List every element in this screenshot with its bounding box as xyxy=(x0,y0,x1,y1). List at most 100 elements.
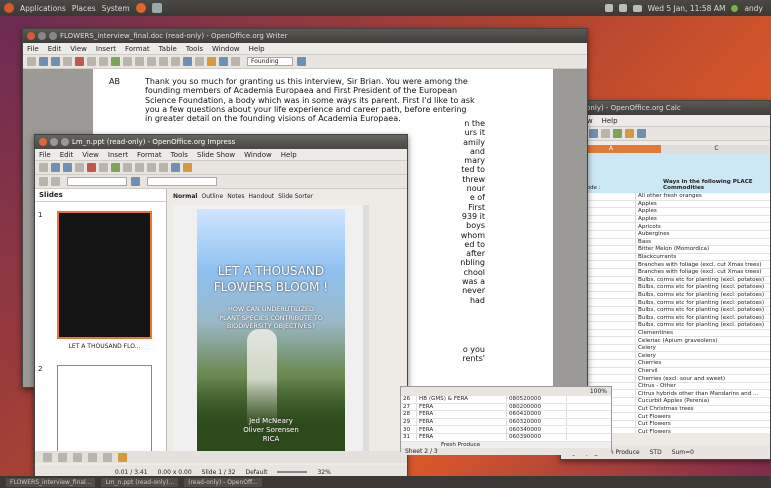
line-style-icon[interactable] xyxy=(39,177,48,186)
paste-icon[interactable] xyxy=(589,129,598,138)
writer-menu-edit[interactable]: Edit xyxy=(48,45,62,53)
table-cell[interactable]: Cut Flowers xyxy=(636,428,671,433)
table-cell[interactable]: Celeriac (Apium graveolens) xyxy=(636,337,717,344)
maximize-icon[interactable] xyxy=(49,32,57,40)
table-row[interactable]: Celery xyxy=(561,352,770,361)
table-cell[interactable]: Bulbs, corms etc for planting (excl. pot… xyxy=(636,315,764,322)
calc-header-right[interactable]: Ways in the following PLACE Commodities xyxy=(661,177,770,193)
table-row[interactable]: Apples xyxy=(561,200,770,209)
table-cell[interactable]: 28 xyxy=(401,411,417,418)
col-c-header[interactable]: C xyxy=(661,145,770,153)
table-cell[interactable]: 060390000 xyxy=(507,434,567,441)
area-color-box[interactable] xyxy=(147,177,217,186)
save-icon[interactable] xyxy=(51,57,60,66)
copy-icon[interactable] xyxy=(135,57,144,66)
table-row[interactable]: Aubergines xyxy=(561,230,770,239)
paste-icon[interactable] xyxy=(147,57,156,66)
table-row[interactable]: Bulbs, corms etc for planting (excl. pot… xyxy=(561,314,770,323)
slide-canvas[interactable]: LET A THOUSAND FLOWERS BLOOM ! HOW CAN U… xyxy=(173,205,369,463)
table-row[interactable]: Apples xyxy=(561,215,770,224)
maximize-icon[interactable] xyxy=(61,138,69,146)
table-cell[interactable]: 060340000 xyxy=(507,426,567,433)
user-status-icon[interactable] xyxy=(731,4,739,12)
status-zoom[interactable]: 32% xyxy=(317,469,330,476)
export-pdf-icon[interactable] xyxy=(87,163,96,172)
copy-icon[interactable] xyxy=(135,163,144,172)
table-row[interactable]: Apricots xyxy=(561,223,770,231)
vertical-scrollbar[interactable] xyxy=(363,205,369,463)
menu-places[interactable]: Places xyxy=(72,4,96,13)
table-cell[interactable]: FERA xyxy=(417,411,507,418)
navigator-icon[interactable] xyxy=(625,129,634,138)
table-cell[interactable]: Bitter Melon (Momordica) xyxy=(636,246,709,253)
table-cell[interactable]: Bulbs, corms etc for planting (excl. pot… xyxy=(636,277,764,284)
table-cell[interactable]: Apples xyxy=(636,208,657,215)
undo-icon[interactable] xyxy=(159,57,168,66)
slide-thumbnail-2[interactable] xyxy=(57,365,152,463)
writer-menu-table[interactable]: Table xyxy=(159,45,177,53)
impress-menu-file[interactable]: File xyxy=(39,151,51,159)
zoom-slider[interactable] xyxy=(277,471,308,473)
undo-icon[interactable] xyxy=(601,129,610,138)
tab-notes[interactable]: Notes xyxy=(227,193,244,203)
select-icon[interactable] xyxy=(43,452,52,462)
table-cell[interactable]: Bulbs, corms etc for planting (excl. pot… xyxy=(636,284,764,291)
slideshow-icon[interactable] xyxy=(183,163,192,172)
table-cell[interactable]: Cherries (excl. sour and sweet) xyxy=(636,375,725,382)
table-cell[interactable]: Bass xyxy=(636,239,651,246)
shapes-icon[interactable] xyxy=(118,452,127,462)
rectangle-icon[interactable] xyxy=(73,452,82,462)
cut-icon[interactable] xyxy=(123,57,132,66)
table-row[interactable]: Branches with foliage (excl. cut Xmas tr… xyxy=(561,268,770,277)
print-icon[interactable] xyxy=(87,57,96,66)
table-cell[interactable]: Apples xyxy=(636,216,657,223)
table-row[interactable]: Apples xyxy=(561,208,770,216)
table-cell[interactable]: Cut Flowers xyxy=(636,421,671,428)
table-icon[interactable] xyxy=(195,57,204,66)
gallery-icon[interactable] xyxy=(219,57,228,66)
line-color-box[interactable] xyxy=(67,177,127,186)
table-cell[interactable]: FERA xyxy=(417,403,507,410)
impress-titlebar[interactable]: Lm_n.ppt (read-only) - OpenOffice.org Im… xyxy=(35,135,407,149)
minimize-icon[interactable] xyxy=(38,32,46,40)
font-color-icon[interactable] xyxy=(297,57,306,66)
table-cell[interactable]: Celery xyxy=(636,352,656,359)
chart-icon[interactable] xyxy=(171,163,180,172)
hyperlink-icon[interactable] xyxy=(183,57,192,66)
table-cell[interactable]: Branches with foliage (excl. cut Xmas tr… xyxy=(636,261,761,268)
table-cell[interactable]: Celery xyxy=(636,345,656,352)
table-cell[interactable]: 080200000 xyxy=(507,403,567,410)
new-document-icon[interactable] xyxy=(27,57,36,66)
table-row[interactable]: Bulbs, corms etc for planting (excl. pot… xyxy=(561,306,770,315)
table-cell[interactable]: Aubergines xyxy=(636,231,670,238)
table-cell[interactable]: Chervil xyxy=(636,368,658,375)
gallery-icon[interactable] xyxy=(637,129,646,138)
calc-zoom[interactable]: 100% xyxy=(590,388,607,395)
table-cell[interactable]: 29 xyxy=(401,419,417,426)
table-cell[interactable]: 060320000 xyxy=(507,419,567,426)
table-cell[interactable]: 31 xyxy=(401,434,417,441)
table-cell[interactable]: FERA xyxy=(417,434,507,441)
table-cell[interactable]: Bulbs, corms etc for planting (excl. pot… xyxy=(636,292,764,299)
navigator-icon[interactable] xyxy=(207,57,216,66)
table-row[interactable]: 29 FERA 060320000 xyxy=(401,419,611,427)
table-row[interactable]: Cherries (excl. sour and sweet) xyxy=(561,375,770,383)
messaging-icon[interactable] xyxy=(632,4,642,12)
table-row[interactable]: Bitter Melon (Momordica) xyxy=(561,246,770,254)
table-row[interactable]: Bulbs, corms etc for planting (excl. pot… xyxy=(561,284,770,292)
table-row[interactable]: Blackcurrants xyxy=(561,253,770,262)
undo-icon[interactable] xyxy=(159,163,168,172)
writer-menu-format[interactable]: Format xyxy=(125,45,150,53)
task-writer[interactable]: FLOWERS_interview_final... xyxy=(6,477,96,487)
table-row[interactable]: Branches with foliage (excl. cut Xmas tr… xyxy=(561,261,770,269)
impress-menu-window[interactable]: Window xyxy=(244,151,272,159)
table-row[interactable]: Bulbs, corms etc for planting (excl. pot… xyxy=(561,299,770,307)
table-row[interactable]: Bass xyxy=(561,238,770,247)
firefox-icon[interactable] xyxy=(135,3,146,13)
impress-menu-tools[interactable]: Tools xyxy=(171,151,188,159)
email-icon[interactable] xyxy=(63,57,72,66)
network-icon[interactable] xyxy=(604,4,613,12)
table-cell[interactable]: Citrus hybrids other than Mandarins and … xyxy=(636,390,758,397)
table-cell[interactable]: Cut Flowers xyxy=(636,413,671,420)
close-icon[interactable] xyxy=(27,32,35,40)
